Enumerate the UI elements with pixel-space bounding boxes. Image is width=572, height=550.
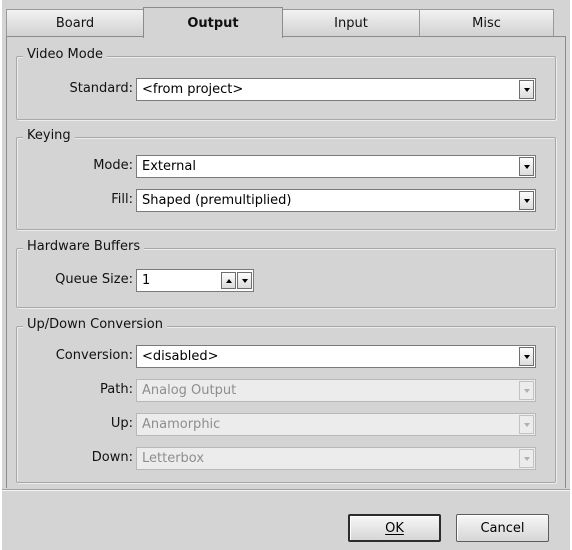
path-row: Path: Analog Output [17,379,555,402]
conversion-dropdown[interactable]: <disabled> [136,345,536,368]
chevron-down-icon[interactable] [519,347,534,366]
down-dropdown[interactable]: Letterbox [136,447,536,470]
output-tab-panel: Video Mode Standard: <from project> Keyi… [6,36,566,488]
ok-button[interactable]: OK [348,514,441,542]
hardware-buffers-group: Hardware Buffers Queue Size: 1 [16,239,556,308]
chevron-down-icon[interactable] [519,449,534,468]
stepper-up-icon[interactable] [221,272,236,289]
fill-value: Shaped (premultiplied) [142,193,292,208]
conversion-group: Up/Down Conversion Conversion: <disabled… [16,317,556,483]
tab-output-label: Output [187,15,239,31]
keying-group: Keying Mode: External Fill: Shaped (prem… [16,128,556,230]
standard-dropdown[interactable]: <from project> [136,78,536,101]
conversion-row: Conversion: <disabled> [17,345,555,368]
fill-label: Fill: [111,192,133,207]
mode-value: External [142,159,196,174]
output-settings-dialog: Board Output Input Misc Video Mode Stand… [0,0,572,550]
tab-misc[interactable]: Misc [419,9,554,37]
path-label: Path: [100,382,133,397]
video-mode-group: Video Mode Standard: <from project> [16,47,556,120]
conversion-label: Conversion: [55,348,133,363]
tab-output[interactable]: Output [143,7,283,38]
fill-row: Fill: Shaped (premultiplied) [17,189,555,212]
queue-size-row: Queue Size: 1 [17,269,555,292]
up-row: Up: Anamorphic [17,413,555,436]
up-label: Up: [110,416,133,431]
standard-row: Standard: <from project> [17,78,555,101]
tab-input-label: Input [334,16,368,31]
path-dropdown[interactable]: Analog Output [136,379,536,402]
down-label: Down: [91,450,133,465]
chevron-down-icon[interactable] [519,157,534,176]
tab-input[interactable]: Input [282,9,420,37]
down-value: Letterbox [142,451,205,466]
up-dropdown[interactable]: Anamorphic [136,413,536,436]
tab-bar: Board Output Input Misc [6,0,566,38]
cancel-button-label: Cancel [480,520,525,536]
chevron-down-icon[interactable] [519,80,534,99]
chevron-down-icon[interactable] [519,381,534,400]
down-row: Down: Letterbox [17,447,555,470]
queue-size-stepper[interactable]: 1 [136,269,254,292]
ok-button-label: OK [385,520,404,536]
hardware-buffers-title: Hardware Buffers [23,239,145,254]
cancel-button[interactable]: Cancel [456,514,549,542]
standard-label: Standard: [69,81,133,96]
standard-value: <from project> [142,82,244,97]
up-value: Anamorphic [142,417,221,432]
window-edge-left [0,0,2,550]
video-mode-title: Video Mode [23,47,107,62]
footer-divider-highlight [0,490,572,491]
chevron-down-icon[interactable] [519,415,534,434]
tab-misc-label: Misc [472,16,501,31]
conversion-value: <disabled> [142,349,219,364]
path-value: Analog Output [142,383,237,398]
mode-row: Mode: External [17,155,555,178]
chevron-down-icon[interactable] [519,191,534,210]
tab-board-label: Board [55,16,95,31]
mode-label: Mode: [93,158,133,173]
tab-board[interactable]: Board [6,9,144,37]
fill-dropdown[interactable]: Shaped (premultiplied) [136,189,536,212]
keying-title: Keying [23,128,75,143]
queue-size-label: Queue Size: [55,272,133,287]
conversion-title: Up/Down Conversion [23,317,167,332]
mode-dropdown[interactable]: External [136,155,536,178]
stepper-down-icon[interactable] [237,272,252,289]
